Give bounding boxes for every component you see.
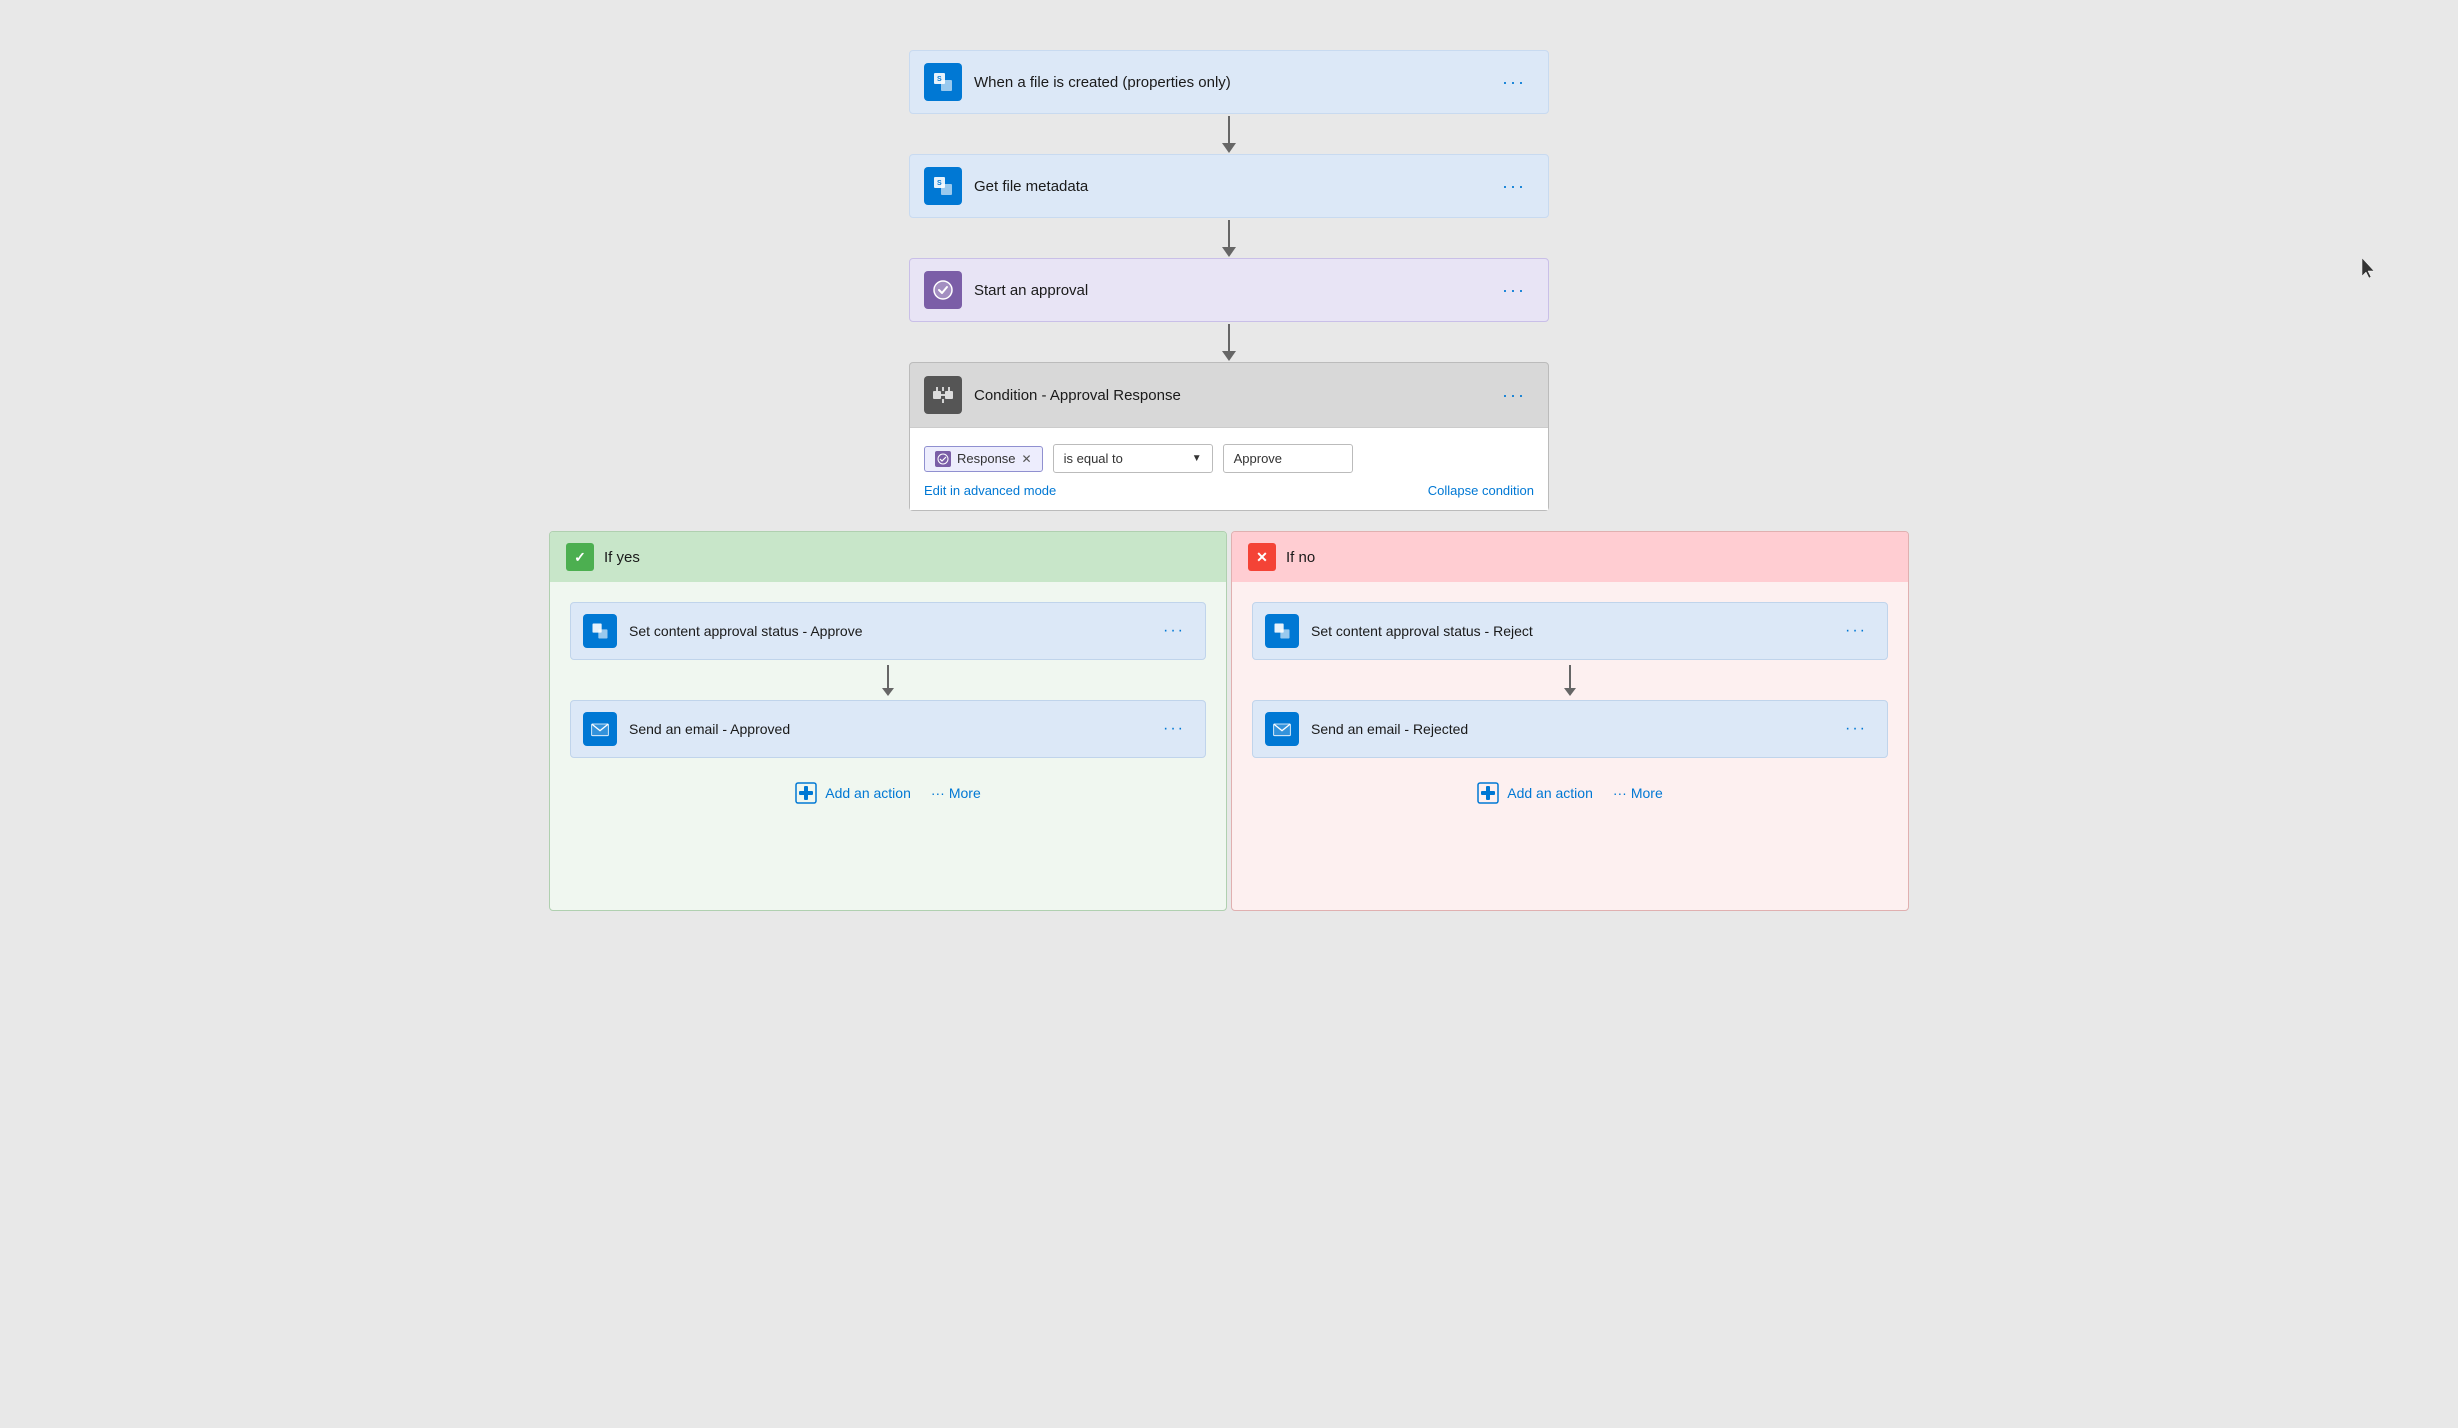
if-yes-header: ✓ If yes — [550, 532, 1226, 582]
if-no-step-2-more[interactable]: ··· — [1837, 716, 1875, 742]
if-yes-branch: ✓ If yes Set content approval status - A… — [549, 531, 1227, 911]
response-tag-icon — [935, 451, 951, 467]
if-no-add-action-label: Add an action — [1507, 785, 1593, 801]
if-yes-more-label: More — [949, 785, 981, 801]
add-action-icon — [795, 782, 817, 804]
condition-more-btn[interactable]: ··· — [1494, 381, 1534, 410]
condition-title: Condition - Approval Response — [974, 387, 1494, 404]
condition-value-text: Approve — [1234, 451, 1282, 466]
if-yes-step-1: Set content approval status - Approve ··… — [570, 602, 1206, 660]
metadata-title: Get file metadata — [974, 178, 1494, 195]
condition-step: Condition - Approval Response ··· Respon… — [909, 362, 1549, 511]
approval-step: Start an approval ··· — [909, 258, 1549, 322]
get-metadata-step: S Get file metadata ··· — [909, 154, 1549, 218]
trigger-step: S When a file is created (properties onl… — [909, 50, 1549, 114]
arrow-2 — [1222, 218, 1236, 258]
approval-icon — [924, 271, 962, 309]
sharepoint-icon-approve — [583, 614, 617, 648]
if-yes-step-2-more[interactable]: ··· — [1155, 716, 1193, 742]
if-no-more-label: More — [1631, 785, 1663, 801]
if-no-more-dots: ··· — [1613, 785, 1627, 801]
if-no-step-2: Send an email - Rejected ··· — [1252, 700, 1888, 758]
arrow-3 — [1222, 322, 1236, 362]
if-yes-step-2-title: Send an email - Approved — [629, 721, 1155, 737]
if-yes-more-dots: ··· — [931, 785, 945, 801]
condition-icon — [924, 376, 962, 414]
if-no-branch: ✕ If no Set content approval status - Re… — [1231, 531, 1909, 911]
condition-links: Edit in advanced mode Collapse condition — [924, 483, 1534, 498]
response-remove-btn[interactable]: ✕ — [1022, 452, 1032, 466]
add-action-icon-no — [1477, 782, 1499, 804]
if-yes-title: If yes — [604, 549, 640, 566]
if-yes-more-btn[interactable]: ··· More — [931, 785, 981, 801]
if-no-add-action-btn[interactable]: Add an action — [1477, 782, 1593, 804]
arrow-1 — [1222, 114, 1236, 154]
metadata-more-btn[interactable]: ··· — [1494, 172, 1534, 201]
svg-text:S: S — [937, 76, 942, 83]
collapse-condition-link[interactable]: Collapse condition — [1428, 483, 1534, 498]
edit-advanced-link[interactable]: Edit in advanced mode — [924, 483, 1056, 498]
chevron-icon: ▼ — [1192, 453, 1202, 464]
condition-body: Response ✕ is equal to ▼ Approve Edit in… — [910, 427, 1548, 510]
response-tag[interactable]: Response ✕ — [924, 446, 1043, 472]
if-yes-step-1-more[interactable]: ··· — [1155, 618, 1193, 644]
branches-container: ✓ If yes Set content approval status - A… — [519, 531, 1939, 911]
if-no-step-1-more[interactable]: ··· — [1837, 618, 1875, 644]
response-label: Response — [957, 451, 1016, 466]
if-no-more-btn[interactable]: ··· More — [1613, 785, 1663, 801]
approval-more-btn[interactable]: ··· — [1494, 276, 1534, 305]
if-yes-content: Set content approval status - Approve ··… — [570, 602, 1206, 804]
svg-text:S: S — [937, 180, 942, 187]
no-x-icon: ✕ — [1248, 543, 1276, 571]
if-no-add-action-area: Add an action ··· More — [1252, 782, 1888, 804]
sharepoint-icon-reject — [1265, 614, 1299, 648]
trigger-more-btn[interactable]: ··· — [1494, 68, 1534, 97]
if-no-step-1-title: Set content approval status - Reject — [1311, 623, 1837, 639]
if-no-content: Set content approval status - Reject ···… — [1252, 602, 1888, 804]
yes-checkmark-icon: ✓ — [566, 543, 594, 571]
outlook-icon-approved — [583, 712, 617, 746]
if-yes-add-action-btn[interactable]: Add an action — [795, 782, 911, 804]
if-no-step-1: Set content approval status - Reject ··· — [1252, 602, 1888, 660]
operator-label: is equal to — [1064, 451, 1123, 466]
if-yes-step-1-title: Set content approval status - Approve — [629, 623, 1155, 639]
if-yes-add-action-area: Add an action ··· More — [570, 782, 1206, 804]
sharepoint-icon-metadata: S — [924, 167, 962, 205]
sharepoint-icon-trigger: S — [924, 63, 962, 101]
canvas: S When a file is created (properties onl… — [0, 0, 2458, 1428]
if-no-title: If no — [1286, 549, 1315, 566]
if-no-step-2-title: Send an email - Rejected — [1311, 721, 1837, 737]
condition-row: Response ✕ is equal to ▼ Approve — [924, 444, 1534, 473]
if-yes-add-action-label: Add an action — [825, 785, 911, 801]
trigger-title: When a file is created (properties only) — [974, 74, 1494, 91]
condition-header: Condition - Approval Response ··· — [910, 363, 1548, 427]
operator-dropdown[interactable]: is equal to ▼ — [1053, 444, 1213, 473]
outlook-icon-rejected — [1265, 712, 1299, 746]
approval-title: Start an approval — [974, 282, 1494, 299]
if-no-header: ✕ If no — [1232, 532, 1908, 582]
condition-value-input[interactable]: Approve — [1223, 444, 1353, 473]
top-flow: S When a file is created (properties onl… — [0, 30, 2458, 511]
if-yes-arrow — [570, 662, 1206, 698]
if-yes-step-2: Send an email - Approved ··· — [570, 700, 1206, 758]
if-no-arrow — [1252, 662, 1888, 698]
